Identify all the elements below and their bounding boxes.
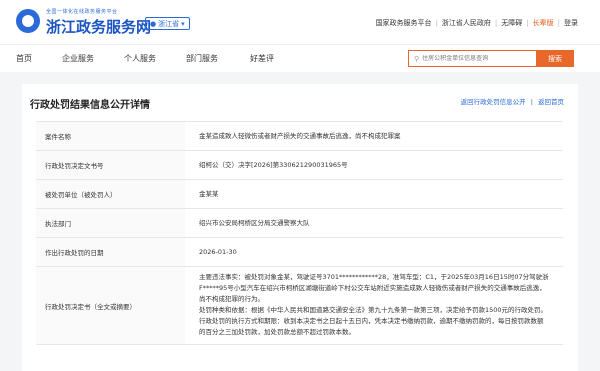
- row-label: 被处罚单位（被处罚人）: [36, 180, 185, 208]
- row-value: 主要违法事实：被处罚对象金某，驾驶证号3701************28，准驾…: [185, 267, 563, 344]
- search-button[interactable]: 搜索: [536, 50, 574, 67]
- decision-paragraph: 主要违法事实：被处罚对象金某，驾驶证号3701************28，准驾…: [199, 273, 549, 303]
- row-label: 案件名称: [36, 122, 185, 150]
- login-link[interactable]: 登录: [564, 18, 578, 28]
- top-links: 国家政务服务平台 | 浙江省人民政府 | 无障碍 | 长辈版 | 登录: [376, 18, 578, 28]
- decision-paragraph: 处罚种类和依据：根据《中华人民共和国道路交通安全法》第九十九条第一款第三项，决定…: [199, 306, 548, 314]
- logo-title[interactable]: 浙江政务服务网: [46, 16, 151, 37]
- link-provincial-government[interactable]: 浙江省人民政府: [442, 18, 491, 28]
- back-to-list-link[interactable]: 返回行政处罚信息公开: [461, 98, 526, 106]
- row-value: 绍柯公（交）决字[2026]第330621290031965号: [199, 160, 348, 169]
- back-home-link[interactable]: 返回首页: [538, 98, 564, 106]
- row-value: 绍兴市公安局柯桥区分局交通警察大队: [199, 218, 310, 227]
- main-nav: 首页 企业服务 个人服务 部门服务 好差评 ⚲ 搜索: [0, 44, 600, 72]
- location-pin-icon: ●: [150, 19, 157, 28]
- search-icon: ⚲: [414, 54, 420, 63]
- detail-card: 行政处罚结果信息公开详情 返回行政处罚信息公开 | 返回首页 案件名称 金某造成…: [22, 84, 578, 371]
- table-row: 案件名称 金某造成致人轻微伤或者财产损失的交通事故后逃逸，尚不构成犯罪案: [36, 122, 563, 151]
- nav-item-business[interactable]: 企业服务: [62, 53, 94, 64]
- row-value: 2026-01-30: [199, 247, 237, 256]
- logo-subtitle: 全国一体化在线政务服务平台: [46, 9, 118, 15]
- link-elder-mode[interactable]: 长辈版: [533, 18, 554, 28]
- table-row: 作出行政处罚的日期 2026-01-30: [36, 238, 563, 267]
- row-value: 金某某: [199, 189, 219, 198]
- nav-item-rating[interactable]: 好差评: [250, 53, 274, 64]
- detail-table: 案件名称 金某造成致人轻微伤或者财产损失的交通事故后逃逸，尚不构成犯罪案 行政处…: [36, 121, 563, 345]
- link-national-platform[interactable]: 国家政务服务平台: [376, 18, 432, 28]
- table-row: 行政处罚决定文书号 绍柯公（交）决字[2026]第330621290031965…: [36, 151, 563, 180]
- divider: |: [526, 19, 529, 27]
- page-title: 行政处罚结果信息公开详情: [30, 100, 150, 111]
- nav-item-personal[interactable]: 个人服务: [124, 53, 156, 64]
- search-box[interactable]: ⚲: [408, 50, 536, 67]
- divider: |: [557, 19, 560, 27]
- divider: |: [530, 98, 533, 106]
- nav-item-department[interactable]: 部门服务: [186, 53, 218, 64]
- table-row: 被处罚单位（被处罚人） 金某某: [36, 180, 563, 209]
- region-selector[interactable]: ● 浙江省 ▾: [145, 17, 190, 30]
- table-row: 行政处罚决定书（全文或摘要） 主要违法事实：被处罚对象金某，驾驶证号3701**…: [36, 267, 563, 345]
- region-label: 浙江省: [158, 19, 180, 28]
- table-row: 执法部门 绍兴市公安局柯桥区分局交通警察大队: [36, 209, 563, 238]
- row-label: 执法部门: [36, 209, 185, 237]
- site-logo-icon[interactable]: [16, 9, 40, 33]
- decision-paragraph: 行政处罚的执行方式和期限：收到本决定书之日起十五日内，凭本决定书缴纳罚款，逾期不…: [199, 317, 544, 336]
- row-label: 作出行政处罚的日期: [36, 238, 185, 266]
- row-value: 金某造成致人轻微伤或者财产损失的交通事故后逃逸，尚不构成犯罪案: [199, 131, 401, 140]
- link-accessibility[interactable]: 无障碍: [501, 18, 522, 28]
- card-links: 返回行政处罚信息公开 | 返回首页: [461, 96, 564, 106]
- chevron-down-icon: ▾: [181, 19, 185, 28]
- search-input[interactable]: [422, 55, 531, 62]
- site-header: 全国一体化在线政务服务平台 浙江政务服务网 ● 浙江省 ▾ 国家政务服务平台 |…: [0, 0, 600, 44]
- divider: |: [435, 19, 438, 27]
- row-label: 行政处罚决定书（全文或摘要）: [36, 267, 185, 344]
- nav-item-home[interactable]: 首页: [16, 53, 32, 64]
- divider: |: [494, 19, 498, 27]
- row-label: 行政处罚决定文书号: [36, 151, 185, 179]
